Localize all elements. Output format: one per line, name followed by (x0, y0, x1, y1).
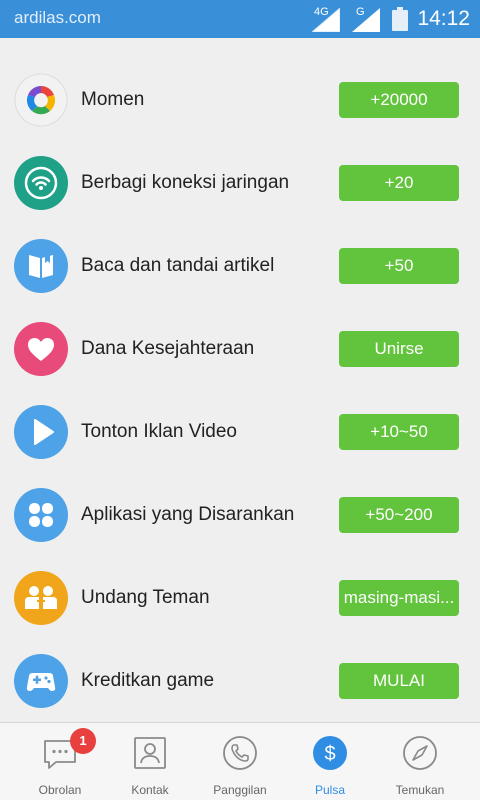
item-label: Aplikasi yang Disarankan (81, 504, 295, 525)
wifi-icon (14, 156, 68, 210)
list-item-momen[interactable]: Momen +20000 (0, 58, 480, 141)
item-label: Momen (81, 89, 145, 110)
tab-label: Panggilan (213, 783, 267, 797)
tab-kontak[interactable]: Kontak (102, 723, 198, 800)
item-label: Undang Teman (81, 587, 210, 608)
game-credits-start-button[interactable]: MULAI (339, 663, 459, 699)
momen-colorful-ring-icon (14, 73, 68, 127)
heart-icon (14, 322, 68, 376)
welfare-fund-join-button[interactable]: Unirse (339, 331, 459, 367)
bottom-tab-bar: 1 Obrolan Kontak Panggilan $ Pulsa Temuk… (0, 722, 480, 800)
item-label: Berbagi koneksi jaringan (81, 172, 290, 193)
contact-icon (134, 737, 166, 769)
tab-label: Kontak (131, 783, 169, 797)
list-item-game-credits[interactable]: Kreditkan game MULAI (0, 639, 480, 722)
tab-label: Temukan (395, 783, 445, 797)
dollar-icon: $ (313, 736, 347, 770)
battery-icon (392, 7, 408, 31)
signal-icon (312, 8, 340, 32)
tab-label: Obrolan (38, 783, 82, 797)
item-label: Kreditkan game (81, 670, 215, 691)
tab-panggilan[interactable]: Panggilan (192, 723, 288, 800)
share-network-reward-button[interactable]: +20 (339, 165, 459, 201)
gamepad-icon (14, 654, 68, 708)
list-item-invite-friends[interactable]: Undang Teman masing-masi... (0, 556, 480, 639)
item-label: Dana Kesejahteraan (81, 338, 255, 359)
book-icon (14, 239, 68, 293)
item-label: Baca dan tandai artikel (81, 255, 275, 276)
svg-text:$: $ (324, 743, 335, 765)
tab-temukan[interactable]: Temukan (372, 723, 468, 800)
status-bar: ardilas.com 4G G 14:12 (0, 0, 480, 38)
reward-list: Momen +20000 Berbagi koneksi jaringan +2… (0, 58, 480, 722)
apps-icon (14, 488, 68, 542)
list-item-read-articles[interactable]: Baca dan tandai artikel +50 (0, 224, 480, 307)
item-label: Tonton Iklan Video (81, 421, 237, 442)
phone-icon (223, 736, 257, 770)
watch-video-reward-button[interactable]: +10~50 (339, 414, 459, 450)
tab-pulsa[interactable]: $ Pulsa (282, 723, 378, 800)
list-item-share-network[interactable]: Berbagi koneksi jaringan +20 (0, 141, 480, 224)
list-item-welfare-fund[interactable]: Dana Kesejahteraan Unirse (0, 307, 480, 390)
play-icon (14, 405, 68, 459)
momen-reward-button[interactable]: +20000 (339, 82, 459, 118)
compass-icon (403, 736, 437, 770)
recommended-apps-reward-button[interactable]: +50~200 (339, 497, 459, 533)
status-time: 14:12 (417, 7, 470, 30)
signal-icon-2 (352, 8, 380, 32)
status-site: ardilas.com (14, 8, 101, 27)
friends-icon (14, 571, 68, 625)
read-articles-reward-button[interactable]: +50 (339, 248, 459, 284)
tab-label: Pulsa (314, 783, 346, 797)
list-item-watch-video-ads[interactable]: Tonton Iklan Video +10~50 (0, 390, 480, 473)
tab-obrolan[interactable]: 1 Obrolan (12, 723, 108, 800)
unread-badge: 1 (70, 728, 96, 754)
invite-friends-reward-button[interactable]: masing-masi... (339, 580, 459, 616)
list-item-recommended-apps[interactable]: Aplikasi yang Disarankan +50~200 (0, 473, 480, 556)
